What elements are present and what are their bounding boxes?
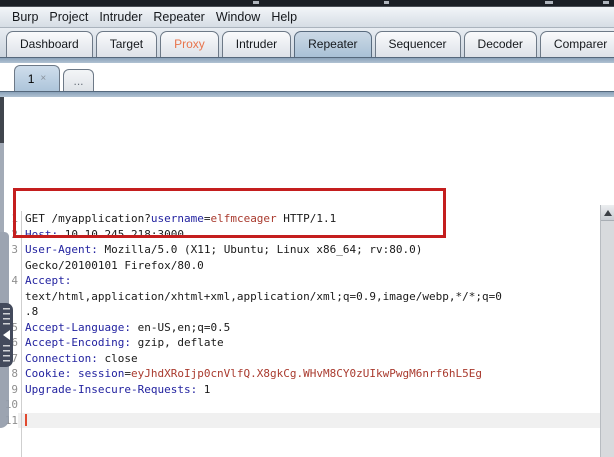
editor-line: 2 Host: 10.10.245.218:3000 [0,227,600,243]
vertical-scrollbar[interactable] [600,205,614,457]
line-text: Cookie: session=eyJhdXRoIjp0cnVlfQ.X8gkC… [25,367,482,380]
line-text [18,397,600,413]
menu-intruder[interactable]: Intruder [99,10,142,24]
session-tab-label: 1 [27,71,35,86]
more-tabs-label: ... [73,73,84,88]
burp-suite-window: Burp Project Intruder Repeater Window He… [0,0,614,457]
line-text: .8 [25,305,39,318]
editor-line: 10 [0,397,600,413]
line-text: Accept: [25,274,72,287]
line-text: User-Agent: Mozilla/5.0 (X11; Ubuntu; Li… [25,243,423,256]
editor-line: 11 [0,412,600,428]
editor-line: Gecko/20100101 Firefox/80.0 [0,258,600,274]
scroll-up-button[interactable] [601,205,614,221]
drag-dots-icon [3,345,10,362]
text-cursor [25,413,27,426]
line-text: Accept-Language: en-US,en;q=0.5 [25,320,231,334]
tab-repeater[interactable]: Repeater [294,31,372,57]
line-text: text/html,application/xhtml+xml,applicat… [25,289,502,303]
line-text: Accept-Encoding: gzip, deflate [25,336,224,349]
line-text: Connection: close [25,351,138,365]
line-text [18,412,600,428]
session-tab-bar: 1 × ... [0,63,614,91]
window-titlebar [0,0,614,7]
tab-proxy[interactable]: Proxy [160,31,219,57]
session-tab-1[interactable]: 1 × [14,65,60,91]
tab-intruder[interactable]: Intruder [221,31,292,57]
line-text: Gecko/20100101 Firefox/80.0 [25,258,204,272]
editor-line: 1 GET /myapplication?username=elfmceager … [0,211,600,227]
line-text: Upgrade-Insecure-Requests: 1 [25,382,211,396]
arrow-left-icon [3,330,10,340]
left-edge-strip [0,97,4,143]
editor-line: 3 User-Agent: Mozilla/5.0 (X11; Ubuntu; L… [0,242,600,258]
menu-repeater[interactable]: Repeater [153,10,204,24]
main-tab-bar: Dashboard Target Proxy Intruder Repeater… [0,28,614,57]
tab-comparer[interactable]: Comparer [539,31,614,57]
titlebar-artifact [384,1,389,4]
titlebar-artifact [253,1,259,4]
gutter-divider [21,211,22,457]
menu-burp[interactable]: Burp [12,10,38,24]
menu-window[interactable]: Window [216,10,260,24]
tab-decoder[interactable]: Decoder [463,31,537,57]
left-edge-strip [0,143,4,232]
arrow-up-icon [603,209,612,216]
tab-target[interactable]: Target [95,31,158,57]
tab-dashboard[interactable]: Dashboard [6,31,93,57]
editor-line: 6 Accept-Encoding: gzip, deflate [0,335,600,351]
editor-line: 8 Cookie: session=eyJhdXRoIjp0cnVlfQ.X8gk… [0,366,600,382]
titlebar-artifact [545,1,553,4]
line-text: Host: 10.10.245.218:3000 [25,227,184,241]
editor-line: text/html,application/xhtml+xml,applicat… [0,289,600,305]
drag-dots-icon [3,308,10,325]
menu-bar: Burp Project Intruder Repeater Window He… [0,7,614,28]
editor-line: 4 Accept: [0,273,600,289]
left-drawer-handle[interactable] [0,303,13,367]
editor-line: 9 Upgrade-Insecure-Requests: 1 [0,382,600,398]
session-tab-more[interactable]: ... [63,69,94,91]
editor-line: .8 [0,304,600,320]
tab-sequencer[interactable]: Sequencer [374,31,461,57]
titlebar-artifact [603,1,609,4]
close-tab-icon[interactable]: × [40,73,46,84]
editor-line: 5 Accept-Language: en-US,en;q=0.5 [0,320,600,336]
menu-help[interactable]: Help [271,10,297,24]
menu-project[interactable]: Project [49,10,88,24]
editor-line: 7 Connection: close [0,351,600,367]
line-text: GET /myapplication?username=elfmceager H… [25,212,337,225]
request-editor[interactable]: 1 GET /myapplication?username=elfmceager … [0,211,600,457]
